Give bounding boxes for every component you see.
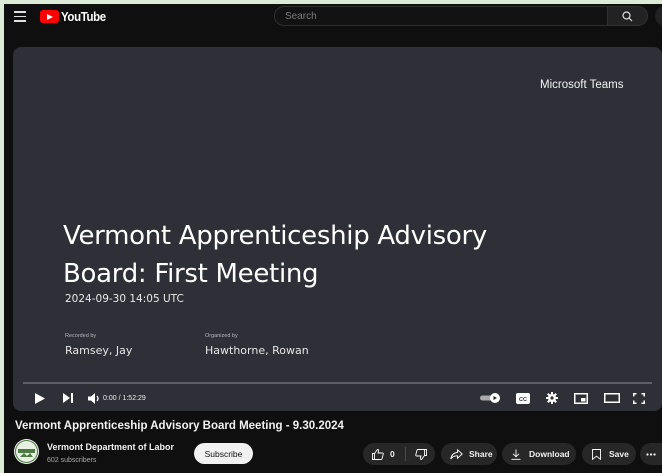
like-button[interactable]: 0	[363, 443, 405, 465]
voice-search-button[interactable]	[655, 6, 662, 26]
menu-icon[interactable]	[14, 11, 26, 22]
recorded-by-value: Ramsey, Jay	[65, 344, 133, 357]
thumbs-down-icon	[414, 448, 427, 460]
video-slide-title-line2: Board: First Meeting	[63, 259, 319, 289]
logo-text: YouTube	[61, 9, 106, 24]
miniplayer-icon	[573, 392, 588, 404]
player-controls: 0:00 / 1:52:29 CC	[13, 386, 662, 411]
subscribe-button[interactable]: Subscribe	[194, 443, 253, 464]
share-icon	[450, 448, 463, 459]
like-count: 0	[390, 449, 395, 459]
search-button[interactable]	[608, 6, 648, 26]
skip-next-icon	[62, 393, 73, 403]
search-icon	[622, 11, 633, 22]
bookmark-icon	[592, 448, 601, 460]
video-player[interactable]: Microsoft Teams Vermont Apprenticeship A…	[13, 47, 662, 411]
progress-bar[interactable]	[23, 382, 652, 384]
video-slide-title-line1: Vermont Apprenticeship Advisory	[63, 221, 487, 251]
watch-title: Vermont Apprenticeship Advisory Board Me…	[15, 420, 344, 432]
play-icon	[35, 392, 45, 404]
autoplay-toggle-icon	[480, 393, 500, 403]
vermont-seal-icon	[15, 440, 38, 463]
app-frame: YouTube Microsoft Teams Vermont Apprenti…	[4, 4, 662, 473]
share-button[interactable]: Share	[441, 443, 497, 465]
volume-icon	[87, 392, 99, 404]
channel-avatar[interactable]	[14, 439, 39, 464]
miniplayer-button[interactable]	[573, 390, 588, 406]
video-slide-title: Vermont Apprenticeship Advisory Board: F…	[63, 217, 583, 293]
next-button[interactable]	[61, 390, 75, 406]
share-label: Share	[469, 449, 493, 459]
save-label: Save	[609, 449, 629, 459]
gear-icon	[546, 392, 558, 404]
play-button[interactable]	[33, 390, 47, 406]
time-display: 0:00 / 1:52:29	[103, 395, 146, 402]
download-icon	[511, 449, 521, 460]
subscriber-count: 602 subscribers	[47, 457, 97, 464]
theater-mode-icon	[603, 393, 620, 403]
svg-text:CC: CC	[519, 397, 527, 403]
download-label: Download	[529, 449, 570, 459]
fullscreen-icon	[633, 392, 645, 404]
youtube-play-icon	[40, 10, 59, 23]
thumbs-up-icon	[372, 448, 384, 460]
more-horizontal-icon	[646, 452, 656, 456]
video-datetime: 2024-09-30 14:05 UTC	[65, 293, 184, 305]
subtitles-button[interactable]: CC	[515, 390, 530, 406]
recorded-by-label: Recorded by	[65, 333, 97, 339]
save-button[interactable]: Save	[582, 443, 636, 465]
closed-captions-icon: CC	[515, 392, 530, 404]
mute-button[interactable]	[87, 390, 101, 406]
download-button[interactable]: Download	[502, 443, 576, 465]
search-input[interactable]	[274, 6, 608, 26]
top-bar: YouTube	[4, 4, 662, 28]
dislike-button[interactable]	[406, 443, 435, 465]
theater-mode-button[interactable]	[603, 390, 620, 406]
youtube-logo[interactable]: YouTube	[40, 9, 112, 24]
like-dislike-group: 0	[363, 443, 435, 465]
organized-by-value: Hawthorne, Rowan	[205, 344, 309, 357]
organized-by-label: Organized by	[205, 333, 238, 339]
autoplay-toggle[interactable]	[479, 390, 503, 406]
channel-name[interactable]: Vermont Department of Labor	[47, 442, 174, 452]
more-actions-button[interactable]	[640, 443, 662, 465]
fullscreen-button[interactable]	[632, 390, 646, 406]
video-brand: Microsoft Teams	[540, 79, 624, 91]
settings-button[interactable]	[545, 390, 559, 406]
